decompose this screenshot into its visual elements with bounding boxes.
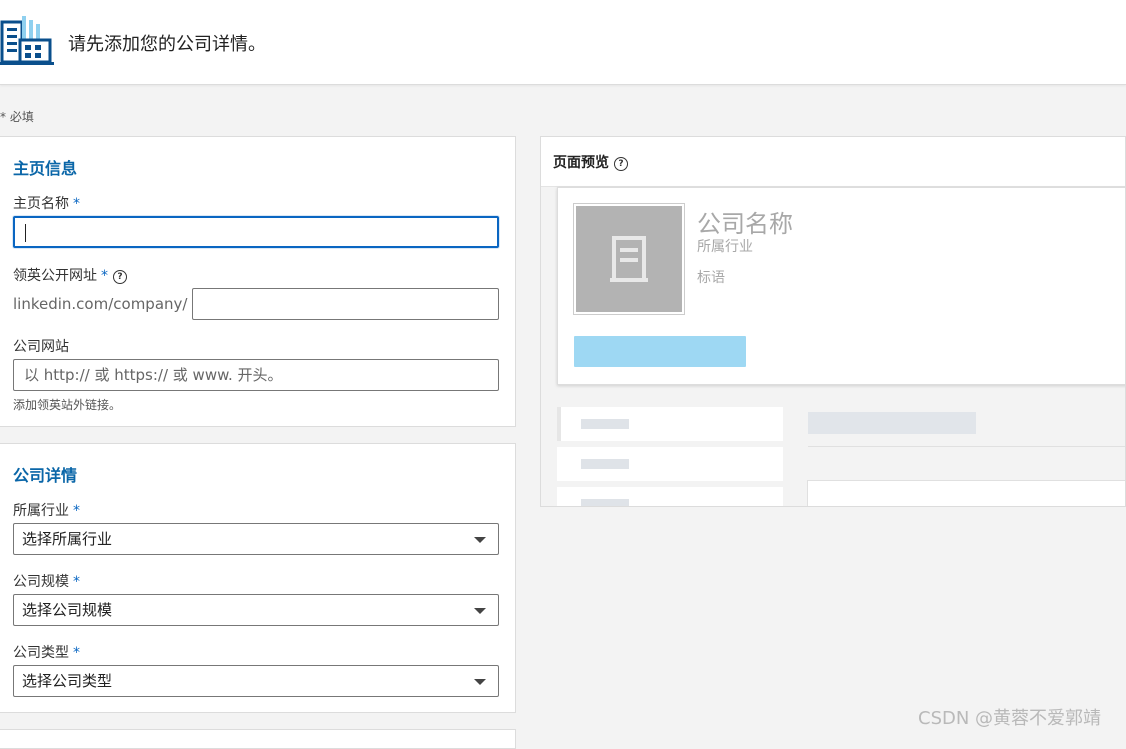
skeleton-mark xyxy=(557,407,561,441)
watermark: CSDN @黄蓉不爱郭靖 xyxy=(918,708,1102,729)
logo-placeholder xyxy=(574,204,684,314)
top-header: 请先添加您的公司详情。 xyxy=(0,0,1126,85)
required-star: * xyxy=(101,268,108,284)
preview-tagline: 标语 xyxy=(697,270,725,286)
preview-company-name: 公司名称 xyxy=(697,210,793,238)
required-star: * xyxy=(73,574,80,590)
website-input[interactable]: 以 http:// 或 https:// 或 www. 开头。 xyxy=(13,359,499,391)
question-circle-icon[interactable]: ? xyxy=(614,157,628,171)
page-title: 请先添加您的公司详情。 xyxy=(68,34,266,55)
page-info-title: 主页信息 xyxy=(13,159,78,178)
type-select[interactable]: 选择公司类型 xyxy=(13,665,499,697)
required-star: * xyxy=(73,503,80,519)
public-url-label-text: 领英公开网址 xyxy=(13,268,97,284)
size-selected: 选择公司规模 xyxy=(22,601,113,619)
skeleton-heading xyxy=(808,412,976,434)
skeleton-bar xyxy=(581,419,629,429)
next-section-card xyxy=(0,729,516,749)
website-label: 公司网站 xyxy=(13,339,69,355)
page-name-label-text: 主页名称 xyxy=(13,196,69,212)
page-info-card: 主页信息 主页名称 * 领英公开网址 *? linkedin.com/company… xyxy=(0,136,516,427)
skeleton-content-box xyxy=(807,480,1125,506)
text-caret xyxy=(25,224,26,242)
skeleton-nav-item xyxy=(557,447,783,481)
skeleton-bar xyxy=(581,459,629,469)
public-url-input[interactable] xyxy=(192,288,499,320)
website-placeholder: 以 http:// 或 https:// 或 www. 开头。 xyxy=(24,366,283,384)
type-selected: 选择公司类型 xyxy=(22,672,113,690)
preview-title: 页面预览? xyxy=(553,152,628,172)
required-star: * xyxy=(73,645,80,661)
skeleton-divider xyxy=(808,446,1125,447)
skeleton-bar xyxy=(581,499,629,506)
skeleton-nav-item xyxy=(557,407,783,441)
industry-label-text: 所属行业 xyxy=(13,503,69,519)
url-prefix: linkedin.com/company/ xyxy=(13,295,188,313)
chevron-down-icon xyxy=(474,679,486,685)
size-label-text: 公司规模 xyxy=(13,574,69,590)
preview-industry: 所属行业 xyxy=(697,239,753,255)
preview-follow-button xyxy=(574,336,746,367)
size-label: 公司规模 * xyxy=(13,571,80,591)
preview-header: 页面预览? xyxy=(541,137,1125,187)
chevron-down-icon xyxy=(474,537,486,543)
public-url-label: 领英公开网址 *? xyxy=(13,265,127,285)
type-label-text: 公司类型 xyxy=(13,645,69,661)
website-hint: 添加领英站外链接。 xyxy=(13,398,122,412)
required-star: * xyxy=(73,196,80,212)
company-details-title: 公司详情 xyxy=(13,466,78,485)
required-note: * 必填 xyxy=(0,110,34,124)
company-details-card: 公司详情 所属行业 * 选择所属行业 公司规模 * 选择公司规模 公司类型 * 选择公… xyxy=(0,443,516,713)
size-select[interactable]: 选择公司规模 xyxy=(13,594,499,626)
building-placeholder-icon xyxy=(610,236,648,282)
page-preview-panel: 页面预览? 公司名称 所属行业 标语 xyxy=(540,136,1126,507)
industry-select[interactable]: 选择所属行业 xyxy=(13,523,499,555)
industry-label: 所属行业 * xyxy=(13,500,80,520)
question-circle-icon[interactable]: ? xyxy=(113,270,127,284)
page-name-label: 主页名称 * xyxy=(13,193,80,213)
company-building-icon xyxy=(0,16,54,65)
preview-title-text: 页面预览 xyxy=(553,155,609,171)
industry-selected: 选择所属行业 xyxy=(22,530,113,548)
preview-company-card: 公司名称 所属行业 标语 xyxy=(557,187,1125,385)
chevron-down-icon xyxy=(474,608,486,614)
type-label: 公司类型 * xyxy=(13,642,80,662)
skeleton-nav-item xyxy=(557,487,783,506)
page-name-input[interactable] xyxy=(13,216,499,248)
